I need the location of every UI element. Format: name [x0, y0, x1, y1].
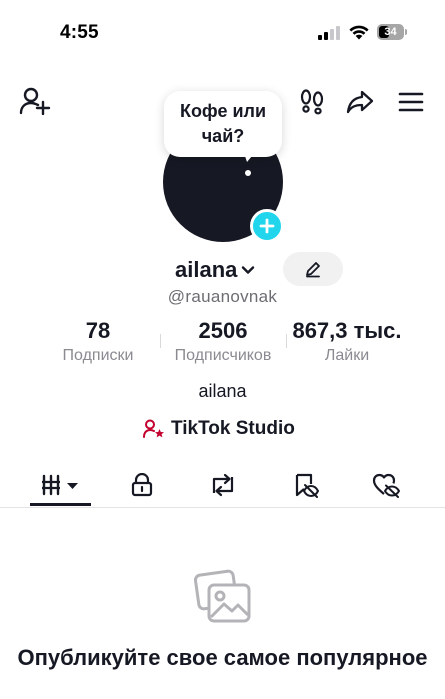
lock-icon [131, 472, 153, 496]
followers-label: Подписчиков [174, 347, 272, 364]
active-tab-indicator [30, 503, 91, 506]
following-label: Подписки [62, 347, 134, 364]
photos-placeholder-icon [193, 569, 251, 623]
status-speech-bubble[interactable]: Кофе или чай? [164, 91, 282, 157]
empty-state-title: Опубликуйте свое самое популярное [17, 645, 428, 670]
speech-bubble-dot [245, 170, 251, 176]
battery-indicator: 34 [377, 24, 408, 40]
speech-bubble-text: Кофе или чай? [179, 101, 267, 146]
plus-icon [259, 218, 275, 234]
tiktok-studio-label: TikTok Studio [171, 418, 295, 439]
tab-private[interactable] [116, 462, 168, 507]
cellular-signal-icon [318, 26, 340, 40]
chevron-down-icon [242, 266, 255, 274]
tab-favorites[interactable] [280, 462, 332, 507]
tab-liked[interactable] [360, 462, 412, 507]
user-handle: @rauanovnak [167, 287, 278, 306]
tiktok-studio-link[interactable]: TikTok Studio [143, 417, 295, 441]
status-bar: 4:55 34 [0, 0, 445, 64]
creator-studio-icon [143, 419, 164, 438]
favorites-hidden-icon [295, 473, 319, 498]
status-time: 4:55 [60, 22, 99, 43]
username: ailana [175, 257, 238, 282]
share-profile-button[interactable] [345, 88, 375, 116]
followers-stat[interactable]: 2506 Подписчиков [160, 318, 286, 366]
likes-count: 867,3 тыс. [292, 318, 402, 343]
videos-grid-icon [41, 474, 78, 495]
add-user-icon [19, 87, 51, 115]
likes-stat[interactable]: 867,3 тыс. Лайки [282, 318, 412, 366]
footprints-button[interactable] [298, 88, 326, 116]
following-count: 78 [85, 318, 111, 343]
battery-percentage: 34 [384, 26, 397, 38]
share-icon [346, 90, 374, 114]
profile-bio: ailana [198, 381, 247, 401]
followers-count: 2506 [198, 318, 248, 343]
liked-hidden-icon [372, 473, 400, 498]
speech-bubble-tail [243, 150, 257, 162]
repost-icon [212, 473, 234, 496]
tab-reposts[interactable] [197, 462, 249, 507]
menu-button[interactable] [397, 90, 425, 114]
account-switcher[interactable]: ailana [175, 256, 255, 284]
add-avatar-button[interactable] [250, 209, 284, 243]
hamburger-menu-icon [398, 92, 424, 112]
wifi-icon [349, 25, 369, 40]
pencil-icon [306, 262, 320, 278]
add-friend-button[interactable] [18, 86, 52, 116]
profile-tabs [0, 462, 445, 508]
footprints-icon [300, 89, 324, 115]
likes-label: Лайки [324, 347, 370, 364]
following-stat[interactable]: 78 Подписки [48, 318, 148, 366]
tab-videos[interactable] [30, 462, 91, 507]
edit-profile-button[interactable] [283, 252, 343, 286]
